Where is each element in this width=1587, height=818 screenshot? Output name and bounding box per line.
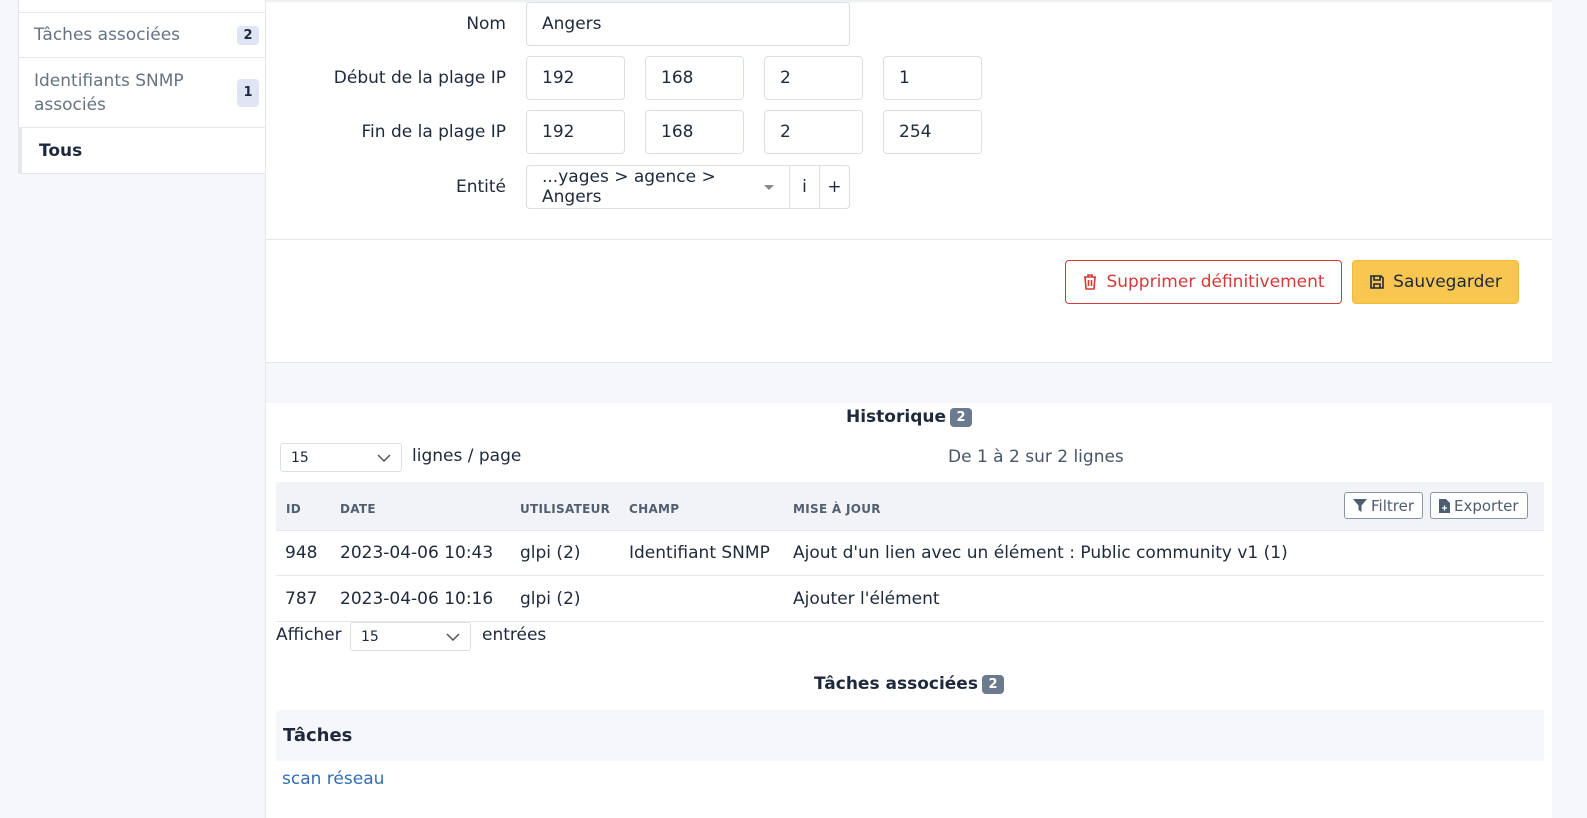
ip-start-label: Début de la plage IP	[333, 68, 506, 88]
history-title: Historique 2	[266, 407, 1552, 427]
divider	[266, 239, 1552, 240]
add-entity-button[interactable]: +	[819, 166, 849, 208]
entity-label: Entité	[455, 177, 506, 197]
save-button[interactable]: Sauvegarder	[1352, 260, 1519, 304]
sidebar-item-snmp[interactable]: Identifiants SNMP associés 1	[19, 58, 265, 128]
export-label: Exporter	[1454, 496, 1519, 515]
filter-icon	[1353, 499, 1367, 512]
cell-update: Ajouter l'élément	[793, 589, 940, 609]
table-header: ID DATE UTILISATEUR CHAMP MISE À JOUR Fi…	[276, 482, 1544, 531]
range-text: De 1 à 2 sur 2 lignes	[948, 447, 1124, 467]
export-button[interactable]: Exporter	[1430, 492, 1528, 519]
sidebar: Tâches associées 2 Identifiants SNMP ass…	[0, 0, 265, 818]
cell-update: Ajout d'un lien avec un élément : Public…	[793, 543, 1288, 563]
ip-start-octet-4[interactable]: 1	[883, 56, 982, 100]
tasks-title: Tâches associées 2	[266, 674, 1552, 694]
entries-select[interactable]: 15	[350, 622, 471, 651]
show-label: Afficher	[276, 625, 342, 645]
ip-end-octet-4[interactable]: 254	[883, 110, 982, 154]
table-row: 948 2023-04-06 10:43 glpi (2) Identifian…	[276, 531, 1544, 576]
count-badge: 1	[237, 78, 259, 107]
sidebar-item-label: Identifiants SNMP associés	[34, 70, 184, 115]
history-title-text: Historique	[846, 407, 946, 427]
per-page-label: lignes / page	[412, 446, 522, 466]
entity-select[interactable]: ...yages > agence > Angers i +	[526, 165, 850, 209]
main-content: Nom Angers Début de la plage IP 192 168 …	[265, 0, 1552, 818]
ip-start-octet-2[interactable]: 168	[645, 56, 744, 100]
ip-start-octet-3[interactable]: 2	[764, 56, 863, 100]
sidebar-item-label: Tous	[39, 140, 83, 161]
ip-end-label: Fin de la plage IP	[361, 122, 507, 142]
chevron-down-icon	[446, 632, 460, 641]
name-label: Nom	[466, 14, 506, 34]
ip-start-row: Début de la plage IP 192 168 2 1	[266, 56, 1002, 100]
ip-end-row: Fin de la plage IP 192 168 2 254	[266, 110, 1002, 154]
delete-label: Supprimer définitivement	[1106, 272, 1325, 292]
column-header-field[interactable]: CHAMP	[629, 502, 679, 516]
entity-value: ...yages > agence > Angers	[542, 167, 716, 207]
chevron-down-icon	[377, 453, 391, 462]
entries-label: entrées	[482, 625, 547, 645]
history-count-badge: 2	[950, 407, 972, 427]
tasks-count-badge: 2	[981, 674, 1004, 694]
file-export-icon	[1439, 498, 1450, 513]
cell-date: 2023-04-06 10:16	[340, 589, 494, 609]
task-link[interactable]: scan réseau	[282, 769, 384, 789]
tasks-header: Tâches	[276, 710, 1544, 761]
entity-dropdown[interactable]: ...yages > agence > Angers	[527, 166, 789, 208]
name-input[interactable]: Angers	[526, 2, 850, 46]
ip-end-octet-1[interactable]: 192	[526, 110, 625, 154]
sidebar-list: Tâches associées 2 Identifiants SNMP ass…	[18, 0, 265, 174]
table-row: 787 2023-04-06 10:16 glpi (2) Ajouter l'…	[276, 577, 1544, 622]
column-header-user[interactable]: UTILISATEUR	[520, 502, 610, 516]
per-page-value: 15	[291, 449, 309, 466]
ip-start-octet-1[interactable]: 192	[526, 56, 625, 100]
cell-id: 948	[285, 543, 318, 563]
cell-date: 2023-04-06 10:43	[340, 543, 494, 563]
name-row: Nom Angers	[266, 2, 850, 46]
ip-end-octet-3[interactable]: 2	[764, 110, 863, 154]
count-badge: 2	[237, 25, 259, 45]
sidebar-item-tous[interactable]: Tous	[18, 128, 265, 174]
save-label: Sauvegarder	[1393, 272, 1502, 292]
filter-button[interactable]: Filtrer	[1344, 492, 1423, 519]
entries-value: 15	[361, 628, 379, 645]
cell-id: 787	[285, 589, 318, 609]
sidebar-item-label: Tâches associées	[34, 25, 181, 45]
delete-button[interactable]: Supprimer définitivement	[1065, 260, 1342, 304]
right-gutter	[1552, 0, 1587, 818]
cell-user: glpi (2)	[520, 589, 581, 609]
column-header-date[interactable]: DATE	[340, 502, 376, 516]
filter-label: Filtrer	[1371, 496, 1414, 515]
sidebar-item-cut[interactable]	[19, 0, 265, 13]
ip-end-octet-2[interactable]: 168	[645, 110, 744, 154]
column-header-update[interactable]: MISE À JOUR	[793, 502, 881, 516]
info-button[interactable]: i	[789, 166, 819, 208]
trash-icon	[1084, 274, 1097, 290]
per-page-select[interactable]: 15	[280, 443, 402, 472]
column-header-id[interactable]: ID	[286, 502, 301, 516]
cell-field: Identifiant SNMP	[629, 543, 770, 563]
cell-user: glpi (2)	[520, 543, 581, 563]
entity-row: Entité ...yages > agence > Angers i +	[266, 165, 850, 209]
section-separator	[266, 363, 1552, 403]
save-icon	[1370, 275, 1384, 289]
tasks-title-text: Tâches associées	[814, 674, 978, 694]
sidebar-item-taches[interactable]: Tâches associées 2	[19, 13, 265, 58]
caret-down-icon	[764, 184, 774, 190]
